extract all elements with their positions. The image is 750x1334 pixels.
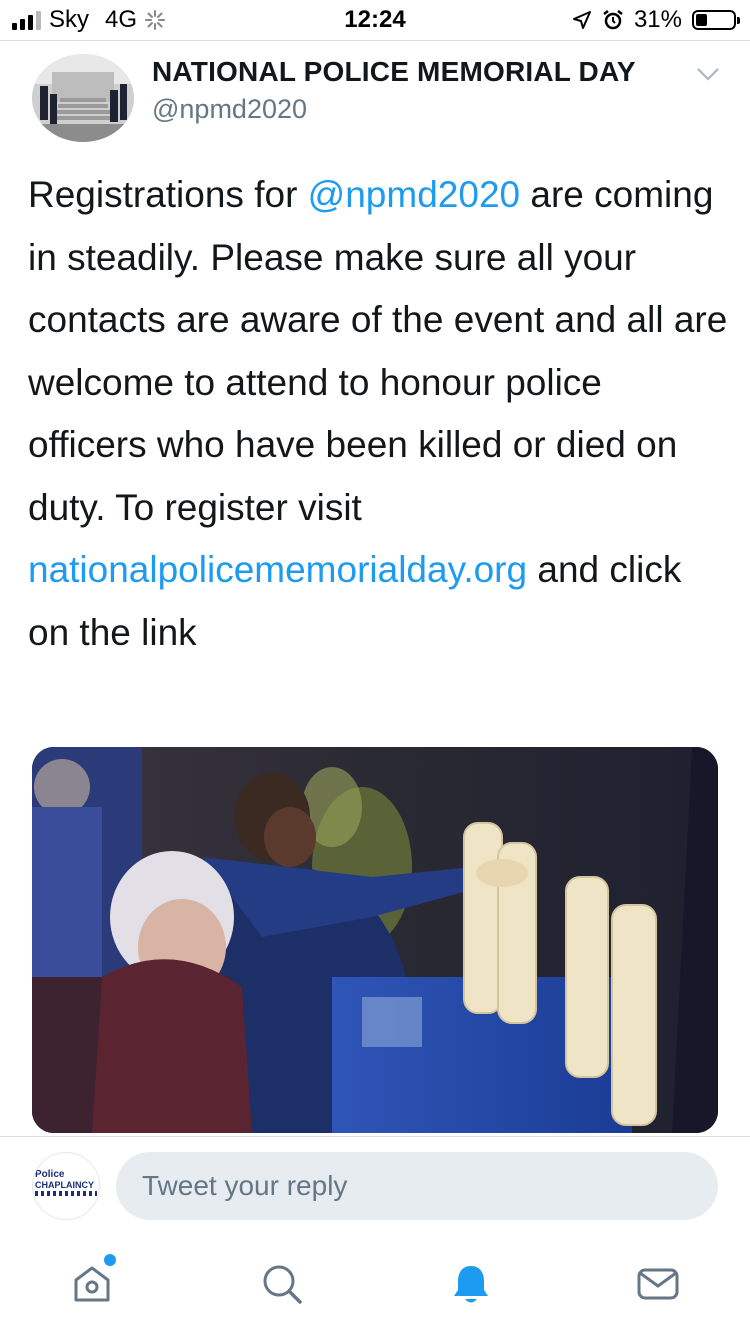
notification-dot — [104, 1254, 116, 1266]
website-link[interactable]: nationalpolicememorialday.org — [28, 549, 527, 590]
tweet-text-part: are coming in steadily. Please make sure… — [28, 174, 728, 528]
divider — [0, 1136, 750, 1137]
messages-icon[interactable] — [636, 1262, 680, 1306]
candle-ceremony-photo — [32, 747, 718, 1133]
reply-placeholder: Tweet your reply — [142, 1170, 348, 1201]
user-handle[interactable]: @npmd2020 — [152, 94, 307, 125]
status-bar: Sky 4G 12:24 31% — [0, 0, 750, 40]
avatar-logo-text: CHAPLAINCY — [35, 1180, 95, 1190]
alarm-icon — [603, 10, 623, 30]
notifications-icon[interactable] — [449, 1262, 493, 1306]
divider — [0, 40, 750, 41]
tweet-text: Registrations for @npmd2020 are coming i… — [28, 164, 728, 664]
chevron-down-icon[interactable] — [694, 60, 722, 88]
battery-icon — [692, 10, 740, 30]
chequered-band — [35, 1191, 97, 1196]
avatar-logo-text: Police — [35, 1169, 65, 1180]
location-arrow-icon — [572, 11, 591, 29]
status-right: 31% — [572, 6, 740, 34]
mention-link[interactable]: @npmd2020 — [308, 174, 520, 215]
tweet-text-part: Registrations for — [28, 174, 308, 215]
battery-percent: 31% — [633, 6, 682, 33]
avatar-photo — [32, 54, 134, 142]
profile-avatar[interactable] — [32, 54, 134, 142]
display-name[interactable]: NATIONAL POLICE MEMORIAL DAY — [152, 56, 636, 88]
home-icon[interactable] — [70, 1262, 114, 1306]
search-icon[interactable] — [260, 1262, 304, 1306]
my-avatar[interactable]: Police CHAPLAINCY — [32, 1152, 100, 1220]
reply-input[interactable]: Tweet your reply — [116, 1152, 718, 1220]
tweet-photo[interactable] — [32, 747, 718, 1133]
